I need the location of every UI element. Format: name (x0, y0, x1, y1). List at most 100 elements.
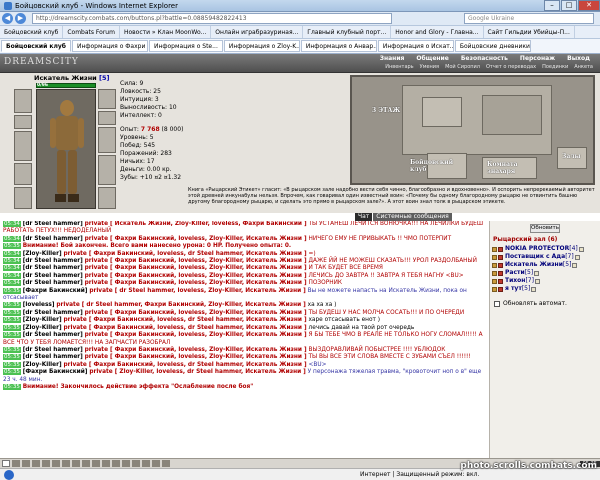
browser-tab[interactable]: Информация о Искат... (377, 40, 454, 52)
message-recipients[interactable]: private [ Фахри Бакинский, loveless, Zlo… (85, 236, 307, 242)
message-author[interactable]: [Zloy-Killer] (23, 251, 62, 257)
chat-input[interactable] (2, 460, 10, 467)
favorite-link[interactable]: Главный клубный порт... (303, 26, 392, 38)
browser-tab[interactable]: Бойцовские дневники... (454, 40, 531, 52)
earring-slot[interactable] (98, 89, 116, 109)
chat-tool-icon[interactable] (12, 460, 20, 467)
message-recipients[interactable]: private [ Zloy-Killer, loveless, dr Stee… (89, 369, 306, 375)
submenu-item[interactable]: Мой Сиропил (442, 64, 483, 70)
helmet-slot[interactable] (14, 89, 32, 113)
player-row[interactable]: Искатель Жизни [5] (492, 261, 584, 269)
chat-tool-icon[interactable] (92, 460, 100, 467)
search-input[interactable]: Google Ukraine (464, 13, 594, 24)
character-avatar[interactable] (36, 89, 96, 209)
player-name[interactable]: Расти (505, 269, 525, 277)
message-recipients[interactable]: private [ Фахри Бакинский, loveless, Zlo… (85, 347, 307, 353)
message-author[interactable]: [dr Steel hammer] (23, 354, 83, 360)
chat-log[interactable]: 05:34 [dr Steel hammer] private [ Искате… (0, 221, 488, 458)
character-name[interactable]: Искатель Жизни [5] (34, 74, 109, 82)
message-author[interactable]: [loveless] (23, 302, 55, 308)
message-recipients[interactable]: private [ Фахри Бакинский, loveless, dr … (63, 325, 306, 331)
menu-item[interactable]: Безопасность (455, 55, 514, 62)
player-info-icon[interactable] (534, 270, 540, 276)
browser-tab[interactable]: Информация о Zloy-K... (223, 40, 300, 52)
chat-tool-icon[interactable] (132, 460, 140, 467)
chat-tool-icon[interactable] (72, 460, 80, 467)
player-row[interactable]: Расти [5] (492, 269, 584, 277)
chat-tool-icon[interactable] (102, 460, 110, 467)
menu-item[interactable]: Знания (374, 55, 411, 62)
close-button[interactable]: ✕ (578, 0, 600, 11)
minimize-button[interactable]: – (544, 0, 560, 11)
message-recipients[interactable]: private [ Фахри Бакинский, loveless, dr … (63, 251, 306, 257)
chat-tool-icon[interactable] (82, 460, 90, 467)
favorite-link[interactable]: Honor and Glory - Главна... (391, 26, 484, 38)
favorite-link[interactable]: Бойцовский клуб (0, 26, 64, 38)
submenu-item[interactable]: Анкета (571, 64, 596, 70)
message-recipients[interactable]: private [ Фахри Бакинский, loveless, dr … (63, 317, 306, 323)
message-recipients[interactable]: private [ Фахри Бакинский, loveless, Zlo… (85, 354, 307, 360)
message-author[interactable]: [dr Steel hammer] (23, 273, 83, 279)
auto-refresh-checkbox[interactable] (494, 300, 500, 307)
message-recipients[interactable]: private [ Фахри Бакинский, loveless, Zlo… (85, 280, 307, 286)
browser-tab[interactable]: Информация о Ste... (148, 40, 223, 52)
message-author[interactable]: [dr Steel hammer] (23, 236, 83, 242)
armor-slot[interactable] (14, 163, 32, 185)
chat-tool-icon[interactable] (22, 460, 30, 467)
message-author[interactable]: [dr Steel hammer] (23, 258, 83, 264)
message-author[interactable]: [dr Steel hammer] (23, 310, 83, 316)
submenu-item[interactable]: Инвентарь (382, 64, 416, 70)
maximize-button[interactable]: □ (561, 0, 577, 11)
location-map[interactable]: 3 ЭТАЖ Бойцовский клуб Комната знахаря З… (350, 75, 595, 185)
message-recipients[interactable]: private [ Фахри Бакинский, loveless, Zlo… (85, 273, 307, 279)
menu-item[interactable]: Выход (561, 55, 596, 62)
gloves-slot[interactable] (98, 127, 116, 153)
message-author[interactable]: [dr Steel hammer] (23, 332, 83, 338)
favorite-link[interactable]: Сайт Гильдии Убийцы-П... (484, 26, 575, 38)
browser-tab[interactable]: Бойцовский клуб (1, 40, 71, 52)
back-button[interactable]: ◀ (2, 13, 13, 24)
player-row[interactable]: Тихон [7] (492, 277, 584, 285)
message-author[interactable]: [Zloy-Killer] (23, 362, 62, 368)
chat-tool-icon[interactable] (152, 460, 160, 467)
favorite-link[interactable]: Combats Forum (63, 26, 120, 38)
message-recipients[interactable]: private [ dr Steel hammer, loveless, Zlo… (89, 288, 306, 294)
shield-slot[interactable] (98, 155, 116, 185)
player-info-icon[interactable] (534, 278, 540, 284)
player-row[interactable]: NOKIA PROTECTOR [4] (492, 245, 584, 253)
message-author[interactable]: [dr Steel hammer] (23, 221, 83, 227)
message-recipients[interactable]: private [ Фахри Бакинский, loveless, Zlo… (85, 258, 307, 264)
chat-tool-icon[interactable] (112, 460, 120, 467)
player-info-icon[interactable] (531, 286, 537, 292)
ring-slot[interactable] (98, 111, 116, 125)
chat-tool-icon[interactable] (142, 460, 150, 467)
submenu-item[interactable]: Поединки (539, 64, 571, 70)
refresh-button[interactable]: Обновить (530, 224, 560, 233)
player-row[interactable]: я тут [5] (492, 285, 584, 293)
message-recipients[interactable]: private [ Фахри Бакинский, loveless, Zlo… (85, 265, 307, 271)
browser-tab[interactable]: Информация о Анвар... (300, 40, 377, 52)
submenu-item[interactable]: Умения (417, 64, 442, 70)
message-recipients[interactable]: private [ Фахри Бакинский, loveless, Zlo… (85, 310, 307, 316)
chat-tool-icon[interactable] (32, 460, 40, 467)
message-author[interactable]: [Фахри Бакинский] (23, 288, 88, 294)
message-author[interactable]: [dr Steel hammer] (23, 265, 83, 271)
player-info-icon[interactable] (574, 254, 580, 260)
player-info-icon[interactable] (572, 262, 578, 268)
browser-tab[interactable]: Информация о Фахри ... (71, 40, 148, 52)
chat-tool-icon[interactable] (42, 460, 50, 467)
windows-start-icon[interactable] (4, 470, 14, 480)
player-row[interactable]: Поставщик с Ада [7] (492, 253, 584, 261)
favorite-link[interactable]: Онлайн играбразуриная... (211, 26, 304, 38)
menu-item[interactable]: Общение (410, 55, 454, 62)
message-recipients[interactable]: private [ dr Steel hammer, Фахри Бакинск… (56, 302, 305, 308)
message-author[interactable]: [Zloy-Killer] (23, 325, 62, 331)
chat-tool-icon[interactable] (52, 460, 60, 467)
message-recipients[interactable]: private [ Фахри Бакинский, loveless, dr … (63, 362, 306, 368)
player-name[interactable]: я тут (505, 285, 522, 293)
tab-system-messages[interactable]: Системные сообщения (373, 213, 452, 221)
player-name[interactable]: Искатель Жизни (505, 261, 563, 269)
message-author[interactable]: [dr Steel hammer] (23, 347, 83, 353)
player-name[interactable]: Тихон (505, 277, 525, 285)
auto-refresh-toggle[interactable]: Обновлять автомат. (494, 300, 567, 307)
